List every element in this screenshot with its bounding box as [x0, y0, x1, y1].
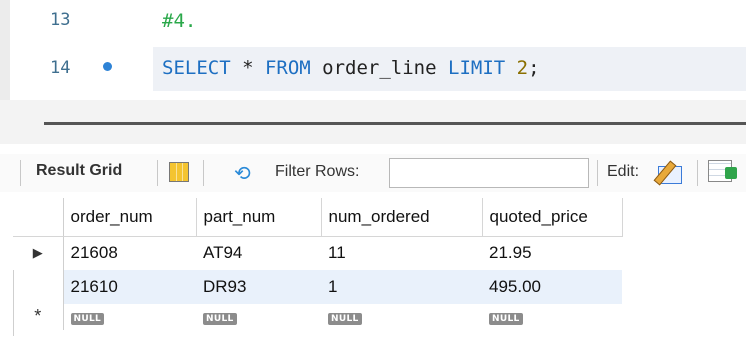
editor-line-14[interactable]: 14 SELECT * FROM order_line LIMIT 2; — [10, 47, 746, 91]
cell-quoted-price[interactable]: 495.00 — [482, 270, 622, 304]
null-badge: NULL — [203, 313, 237, 325]
semicolon: ; — [528, 57, 540, 79]
null-badge: NULL — [70, 313, 105, 325]
new-row[interactable]: * NULL NULL NULL NULL — [13, 304, 622, 330]
table-name: order_line — [310, 57, 449, 79]
cell-num-ordered[interactable]: 11 — [321, 236, 482, 270]
panel-splitter[interactable] — [44, 122, 746, 125]
cell-num-ordered-null[interactable]: NULL — [321, 304, 482, 330]
sql-editor[interactable]: 13 #4. 14 SELECT * FROM order_line LIMIT… — [0, 0, 746, 100]
toolbar-separator — [697, 160, 698, 186]
code-comment: #4. — [162, 10, 197, 32]
toolbar-separator — [203, 160, 204, 186]
keyword-select: SELECT — [162, 57, 231, 79]
limit-value: 2 — [505, 57, 529, 79]
toolbar-separator — [597, 160, 598, 186]
cell-order-num-null[interactable]: NULL — [63, 304, 196, 330]
current-row-marker-icon[interactable]: ▶ — [13, 236, 64, 270]
result-grid[interactable]: order_num part_num num_ordered quoted_pr… — [13, 198, 623, 330]
line-number: 14 — [50, 58, 71, 78]
edit-label: Edit: — [607, 163, 640, 180]
null-badge: NULL — [489, 313, 523, 325]
table-row[interactable]: ▶ 21608 AT94 11 21.95 — [13, 236, 622, 270]
result-grid-tab[interactable]: Result Grid — [36, 162, 122, 180]
sql-statement: SELECT * FROM order_line LIMIT 2; — [162, 57, 540, 79]
cell-order-num[interactable]: 21608 — [63, 236, 196, 270]
cell-quoted-price[interactable]: 21.95 — [482, 236, 622, 270]
keyword-from: FROM — [264, 57, 311, 79]
column-header-quoted-price[interactable]: quoted_price — [482, 198, 623, 237]
filter-rows-label: Filter Rows: — [275, 163, 360, 180]
toolbar-separator — [20, 160, 21, 186]
cell-num-ordered[interactable]: 1 — [321, 270, 482, 304]
new-row-marker-icon[interactable]: * — [13, 304, 64, 330]
line-number: 13 — [50, 10, 71, 30]
cell-part-num[interactable]: AT94 — [196, 236, 321, 270]
add-row-icon[interactable] — [708, 160, 737, 182]
editor-gutter — [0, 0, 10, 100]
edit-pencil-icon[interactable] — [653, 158, 685, 186]
column-header-part-num[interactable]: part_num — [196, 198, 322, 237]
column-header-num-ordered[interactable]: num_ordered — [321, 198, 483, 237]
grid-layout-icon[interactable] — [169, 162, 189, 182]
row-selector[interactable] — [13, 270, 64, 304]
add-plus-shape — [725, 167, 737, 179]
breakpoint-dot-icon[interactable] — [103, 62, 112, 71]
cell-order-num[interactable]: 21610 — [63, 270, 196, 304]
toolbar-separator — [157, 160, 158, 186]
row-header-corner — [13, 198, 64, 237]
editor-line-13[interactable]: 13 #4. — [10, 3, 746, 39]
cell-part-num-null[interactable]: NULL — [196, 304, 321, 330]
null-badge: NULL — [328, 313, 362, 325]
header-row: order_num part_num num_ordered quoted_pr… — [13, 198, 623, 237]
column-header-order-num[interactable]: order_num — [63, 198, 197, 237]
result-toolbar: Result Grid ⟲ Filter Rows: Edit: — [0, 154, 746, 192]
keyword-limit: LIMIT — [448, 57, 506, 79]
refresh-icon[interactable]: ⟲ — [234, 161, 251, 185]
cell-part-num[interactable]: DR93 — [196, 270, 321, 304]
sql-token: * — [230, 57, 265, 79]
cell-quoted-price-null[interactable]: NULL — [482, 304, 622, 330]
filter-rows-input[interactable] — [389, 158, 589, 188]
table-row[interactable]: 21610 DR93 1 495.00 — [13, 270, 622, 304]
